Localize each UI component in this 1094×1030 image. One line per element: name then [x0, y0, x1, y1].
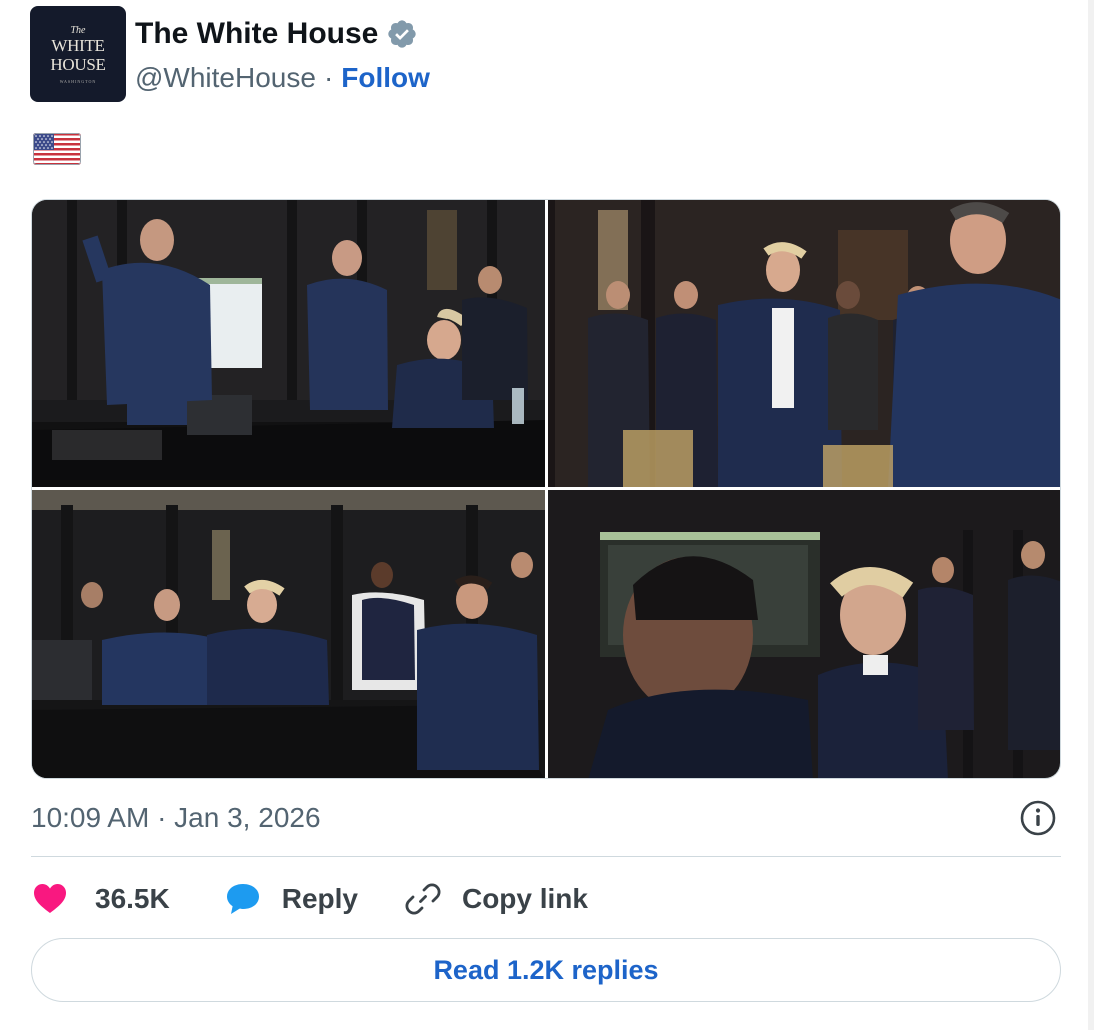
author-name-row: The White House: [135, 14, 418, 54]
info-icon[interactable]: [1019, 799, 1057, 837]
speech-bubble-icon: [226, 884, 259, 914]
handle[interactable]: @WhiteHouse: [135, 62, 316, 94]
divider: [31, 856, 1061, 857]
photo-4[interactable]: [548, 490, 1060, 778]
like-count: 36.5K: [95, 883, 170, 914]
scrollbar[interactable]: [1088, 0, 1094, 1030]
photo-1[interactable]: [32, 200, 545, 487]
flag-usa-icon: [33, 133, 81, 165]
separator-dot: ·: [323, 62, 334, 93]
action-bar: 36.5K Reply Copy link: [31, 876, 588, 922]
copy-link-button[interactable]: Copy link: [404, 880, 588, 918]
avatar[interactable]: The WHITE HOUSE WASHINGTON: [30, 6, 126, 102]
tweet-timestamp[interactable]: 10:09 AM · Jan 3, 2026: [31, 798, 321, 838]
photo-grid: [31, 199, 1061, 779]
display-name[interactable]: The White House: [135, 17, 378, 51]
read-replies-button[interactable]: Read 1.2K replies: [31, 938, 1061, 1002]
author-handle-row: @WhiteHouse · Follow: [135, 58, 430, 98]
copy-link-label: Copy link: [461, 883, 588, 914]
heart-icon: [34, 884, 66, 913]
avatar-logo-text: The: [70, 24, 86, 36]
reply-button[interactable]: Reply: [224, 880, 358, 918]
reply-label: Reply: [281, 883, 358, 914]
tweet-card: The WHITE HOUSE WASHINGTON The White Hou…: [0, 0, 1094, 1030]
like-button[interactable]: 36.5K: [31, 880, 170, 918]
photo-2[interactable]: [548, 200, 1060, 487]
verified-badge-icon: [386, 18, 418, 50]
photo-3[interactable]: [32, 490, 545, 778]
link-icon: [405, 883, 441, 915]
follow-button[interactable]: Follow: [341, 62, 430, 94]
